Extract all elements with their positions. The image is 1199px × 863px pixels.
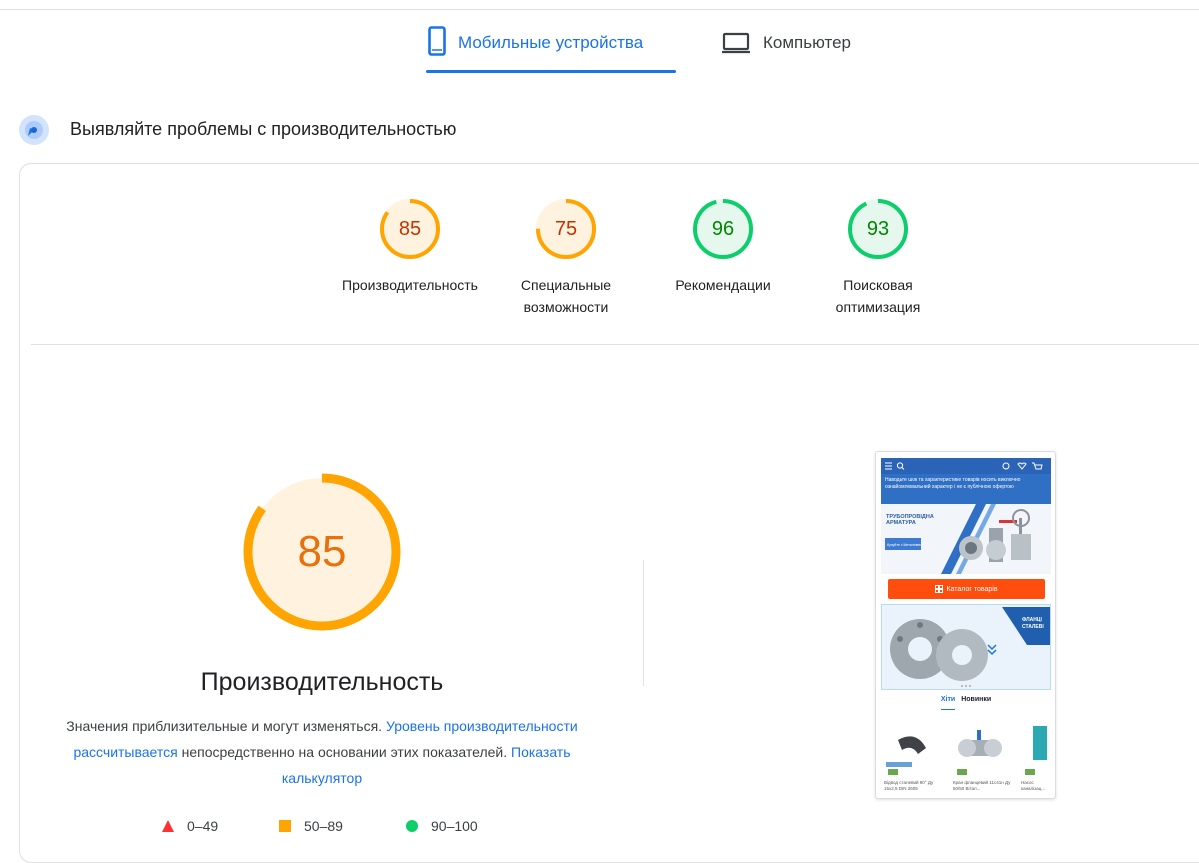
screenshot-brand-sub: Купуйте з Металінвест <box>887 543 924 547</box>
tab-desktop-label: Компьютер <box>763 33 851 52</box>
score-value: 96 <box>711 217 735 240</box>
screenshot-tab-new: Новинки <box>961 696 992 703</box>
screenshot-brand-2: АРМАТУРА <box>886 520 916 526</box>
score-label-line: Специальные <box>520 277 612 293</box>
screenshot-flanges-banner: ФЛАНЦІ СТАЛЕВІ <box>881 604 1051 690</box>
score-value: 85 <box>398 217 422 240</box>
score-label-line: Поисковая <box>843 277 913 293</box>
screenshot-product: Кран фланцевий 11с41н Ду 50/50 Вітал... <box>953 716 1013 796</box>
screenshot-product-caption: Відвод сталевий 90° Ду 15х2,5 DIN 2605 <box>884 780 934 791</box>
screenshot-product-tabs: Хіти Новинки <box>881 696 1051 710</box>
tab-mobile[interactable]: Мобильные устройства <box>428 26 643 74</box>
screenshot-catalog-label: Каталог товарів <box>946 585 998 593</box>
legend-average: 50–89 <box>278 816 343 836</box>
score-label-line: возможности <box>523 299 609 315</box>
score-label-best-practices: Рекомендации <box>638 274 808 296</box>
performance-title: Производительность <box>200 668 444 696</box>
tab-mobile-label: Мобильные устройства <box>458 33 644 52</box>
screenshot-hero-banner: ТРУБОПРОВІДНА АРМАТУРА Купуйте з Металін… <box>881 504 1051 574</box>
score-gauge-best-practices[interactable]: 96 <box>691 197 755 261</box>
screenshot-banner-text-2: СТАЛЕВІ <box>1022 624 1044 630</box>
green-circle-icon <box>406 820 418 832</box>
description-text-2: непосредственно на основании этих показа… <box>177 744 511 760</box>
laptop-icon <box>722 32 750 54</box>
orange-square-icon <box>279 820 291 832</box>
card-divider <box>31 344 1199 345</box>
score-label-line: Рекомендации <box>675 277 771 293</box>
section-title: Выявляйте проблемы с производительностью <box>70 119 457 139</box>
active-tab-indicator <box>426 70 676 73</box>
performance-score: 85 <box>297 527 347 576</box>
legend-pass: 90–100 <box>405 816 478 836</box>
vertical-divider <box>643 560 644 686</box>
score-gauge-seo[interactable]: 93 <box>846 197 910 261</box>
score-label-accessibility: Специальные возможности <box>481 274 651 318</box>
score-label-performance: Производительность <box>325 274 495 296</box>
screenshot-catalog-button: Каталог товарів <box>888 579 1045 599</box>
lighthouse-icon <box>19 115 49 145</box>
score-value: 93 <box>866 217 890 240</box>
top-divider <box>0 9 1199 10</box>
score-description: Значения приблизительные и могут изменят… <box>62 713 582 791</box>
screenshot-banner-text-1: ФЛАНЦІ <box>1022 617 1042 623</box>
screenshot-header-bar <box>881 458 1051 474</box>
tab-desktop[interactable]: Компьютер <box>721 26 851 74</box>
red-triangle-icon <box>162 820 174 832</box>
score-label-seo: Поисковая оптимизация <box>793 274 963 318</box>
description-text-1: Значения приблизительные и могут изменят… <box>66 718 386 734</box>
screenshot-product: Насос каналізац... <box>1021 716 1051 796</box>
screenshot-product: Відвод сталевий 90° Ду 15х2,5 DIN 2605 <box>884 716 944 796</box>
legend-pass-range: 90–100 <box>431 818 478 834</box>
score-gauge-performance[interactable]: 85 <box>378 197 442 261</box>
legend-average-range: 50–89 <box>304 818 343 834</box>
score-gauge-accessibility[interactable]: 75 <box>534 197 598 261</box>
smartphone-icon <box>428 26 446 56</box>
score-label-line: Производительность <box>342 277 478 293</box>
screenshot-product-caption: Насос каналізац... <box>1021 780 1046 791</box>
score-label-line: оптимизация <box>835 299 921 315</box>
grid-icon <box>935 585 944 593</box>
screenshot-promo-text: Наводьте шок та характеристике товарів н… <box>881 474 1051 504</box>
legend-fail-range: 0–49 <box>187 818 219 834</box>
legend-fail: 0–49 <box>161 816 218 836</box>
performance-gauge[interactable]: 85 <box>242 472 402 632</box>
page-screenshot-thumbnail[interactable]: Наводьте шок та характеристике товарів н… <box>875 451 1056 799</box>
score-value: 75 <box>554 217 578 240</box>
screenshot-product-caption: Кран фланцевий 11с41н Ду 50/50 Вітал... <box>953 780 1011 791</box>
screenshot-tab-hits: Хіти <box>940 696 956 710</box>
